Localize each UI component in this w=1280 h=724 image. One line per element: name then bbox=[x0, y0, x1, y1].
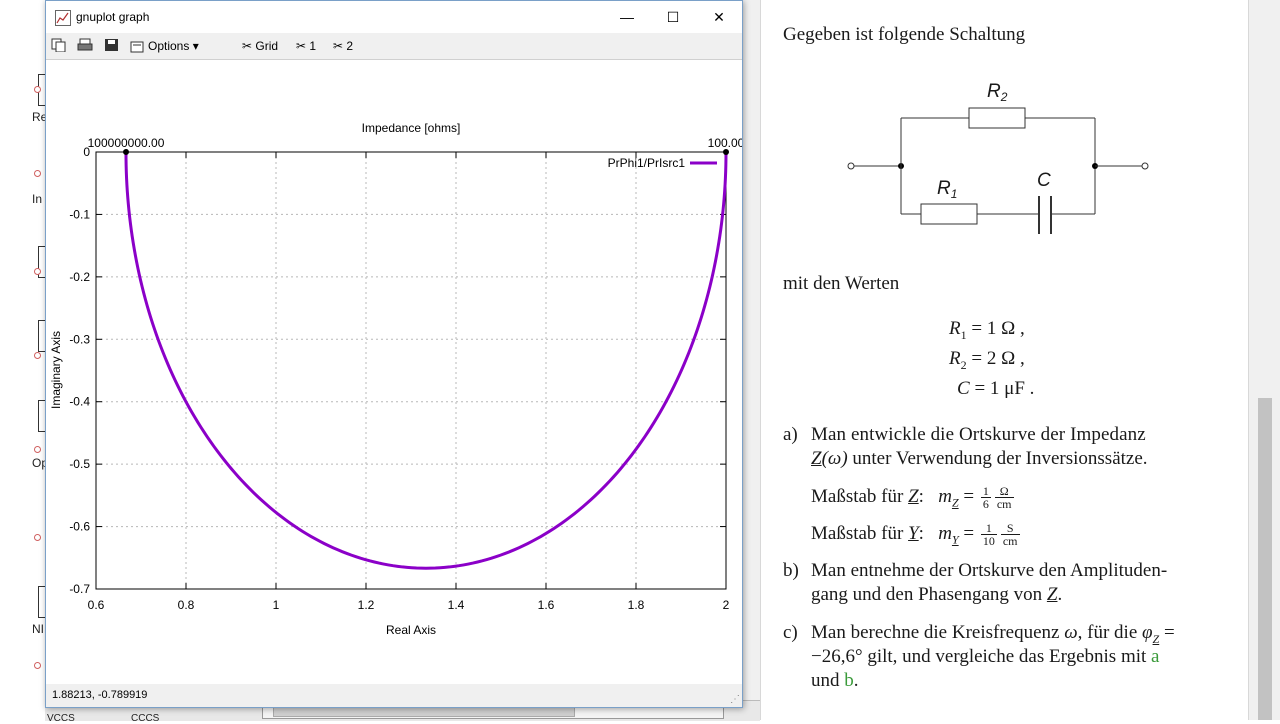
pin-marker bbox=[34, 352, 41, 359]
gnuplot-window: gnuplot graph — ☐ ✕ Options ▾ ✂ Grid ✂ 1… bbox=[45, 0, 745, 708]
status-bar: 1.88213, -0.789919 ⋰ bbox=[46, 684, 742, 707]
palette-label-vccs: VCCS bbox=[47, 713, 75, 724]
y-axis-label: Imaginary Axis bbox=[49, 331, 63, 409]
scrollbar-thumb[interactable] bbox=[273, 707, 575, 717]
save-icon[interactable] bbox=[104, 38, 120, 54]
y-tick-label: -0.7 bbox=[69, 582, 90, 596]
print-icon[interactable] bbox=[77, 38, 93, 54]
x-tick-label: 1.2 bbox=[358, 598, 375, 612]
scissors-icon: ✂ bbox=[242, 39, 253, 53]
maximize-button[interactable]: ☐ bbox=[650, 1, 696, 33]
cursor-coordinates: 1.88213, -0.789919 bbox=[52, 689, 148, 701]
y-ticks: 0-0.1-0.2-0.3-0.4-0.5-0.6-0.7 bbox=[69, 145, 726, 596]
pin-marker bbox=[34, 268, 41, 275]
terminal-right bbox=[1141, 162, 1149, 170]
task-b-line1: Man entnehme der Ortskurve den Amplitude… bbox=[811, 560, 1168, 581]
resistor-r1 bbox=[920, 203, 978, 225]
document-scroll-thumb[interactable] bbox=[1258, 398, 1272, 720]
x-tick-label: 1.6 bbox=[538, 598, 555, 612]
scissors-icon: ✂ bbox=[333, 39, 344, 53]
values-intro: mit den Werten bbox=[783, 273, 900, 294]
plot-2-label: 2 bbox=[346, 39, 354, 53]
task-c-line1: Man berechne die Kreisfrequenz ω, für di… bbox=[811, 622, 1175, 646]
chart-app-icon bbox=[55, 10, 71, 26]
task-a-line2: Z(ω) unter Verwendung der Inversionssätz… bbox=[811, 448, 1148, 469]
pin-marker bbox=[34, 662, 41, 669]
toolbar: Options ▾ ✂ Grid ✂ 1 ✂ 2 bbox=[46, 33, 742, 59]
title-bar[interactable]: gnuplot graph — ☐ ✕ bbox=[46, 1, 742, 33]
x-tick-label: 0.8 bbox=[178, 598, 195, 612]
value-r2: R2 = 2 Ω , bbox=[949, 348, 1025, 372]
value-c: C = 1 μF . bbox=[957, 378, 1035, 399]
copy-icon[interactable] bbox=[51, 38, 67, 54]
legend-label: PrPhi1/PrIsrc1 bbox=[608, 156, 686, 170]
y-tick-label: -0.6 bbox=[69, 520, 90, 534]
exercise-document: Gegeben ist folgende Schaltung R2 R1 C m… bbox=[760, 0, 1249, 720]
y-tick-label: -0.1 bbox=[69, 207, 90, 221]
x-axis-label: Real Axis bbox=[386, 623, 436, 637]
scale-z: Maßstab für Z: mZ = 1 6 Ωcm bbox=[811, 484, 1014, 511]
impedance-chart: 0.6 0.8 1 1.2 1.4 1.6 1.8 2 0-0.1-0.2-0.3-0.4-0… bbox=[49, 121, 745, 637]
task-b-line2: gang und den Phasengang von Z. bbox=[811, 584, 1063, 605]
y-tick-label: -0.5 bbox=[69, 457, 90, 471]
chevron-down-icon: ▾ bbox=[192, 39, 199, 53]
label-r1: R1 bbox=[937, 178, 957, 201]
plot-1-toggle[interactable]: ✂ 1 bbox=[296, 38, 316, 54]
plot-border bbox=[95, 151, 727, 590]
label-c: C bbox=[1037, 170, 1051, 191]
task-c-line3: und b. bbox=[811, 670, 859, 691]
palette-label-ni: NI bbox=[32, 622, 44, 636]
ref-link-b[interactable]: b bbox=[844, 670, 854, 691]
label-r2: R2 bbox=[987, 81, 1008, 104]
task-b-label: b) bbox=[783, 560, 799, 581]
minimize-button[interactable]: — bbox=[604, 1, 650, 33]
circuit-diagram: R2 R1 C bbox=[847, 81, 1149, 234]
x-tick-label: 1.4 bbox=[448, 598, 465, 612]
options-menu[interactable]: Options ▾ bbox=[130, 38, 199, 54]
doc-intro: Gegeben ist folgende Schaltung bbox=[783, 24, 1026, 45]
pin-marker bbox=[34, 534, 41, 541]
grid-layer bbox=[95, 151, 727, 590]
task-a-line1: Man entwickle die Ortskurve der Impedanz bbox=[811, 424, 1146, 445]
task-c-line2: −26,6° gilt, und vergleiche das Ergebnis… bbox=[811, 646, 1160, 667]
x-tick-label: 1.8 bbox=[628, 598, 645, 612]
y-tick-label: -0.4 bbox=[69, 395, 90, 409]
endpoint-label: 100000000.00 bbox=[88, 136, 165, 150]
x-tick-label: 2 bbox=[723, 598, 730, 612]
task-c-label: c) bbox=[783, 622, 798, 643]
document-scrollbar[interactable] bbox=[1248, 0, 1280, 720]
resize-grip-icon[interactable]: ⋰ bbox=[730, 695, 740, 705]
chart-title: Impedance [ohms] bbox=[362, 121, 461, 135]
palette-label-cccs: CCCS bbox=[131, 713, 160, 724]
plot-2-toggle[interactable]: ✂ 2 bbox=[333, 38, 353, 54]
pin-marker bbox=[34, 86, 41, 93]
task-a-label: a) bbox=[783, 424, 798, 445]
close-button[interactable]: ✕ bbox=[696, 1, 742, 33]
scale-y: Maßstab für Y: mY = 1 10 Scm bbox=[811, 521, 1020, 548]
plot-1-label: 1 bbox=[309, 39, 317, 53]
y-tick-label: -0.3 bbox=[69, 332, 90, 346]
y-tick-label: -0.2 bbox=[69, 270, 90, 284]
value-r1: R1 = 1 Ω , bbox=[949, 318, 1025, 342]
grid-toggle[interactable]: ✂ Grid bbox=[242, 38, 278, 54]
palette-label-in: In bbox=[32, 192, 43, 206]
window-title: gnuplot graph bbox=[76, 10, 150, 24]
x-ticks: 0.6 0.8 1 1.2 1.4 1.6 1.8 2 bbox=[88, 152, 730, 612]
pin-marker bbox=[34, 170, 41, 177]
plot-canvas[interactable]: 0.6 0.8 1 1.2 1.4 1.6 1.8 2 0 -0.1 -0.2 -0.3 -0.4 -0… bbox=[46, 59, 745, 685]
grid-label: Grid bbox=[255, 39, 279, 53]
x-tick-label: 1 bbox=[273, 598, 280, 612]
scissors-icon: ✂ bbox=[296, 39, 307, 53]
options-label: Options bbox=[148, 39, 190, 53]
x-tick-label: 0.6 bbox=[88, 598, 105, 612]
terminal-left bbox=[847, 162, 855, 170]
resistor-r2 bbox=[968, 107, 1026, 129]
endpoint-label: 100.00 bbox=[708, 136, 742, 150]
ref-link-a[interactable]: a bbox=[1151, 646, 1159, 667]
pin-marker bbox=[34, 446, 41, 453]
series-line-prphi1-prisrc1 bbox=[124, 151, 728, 570]
